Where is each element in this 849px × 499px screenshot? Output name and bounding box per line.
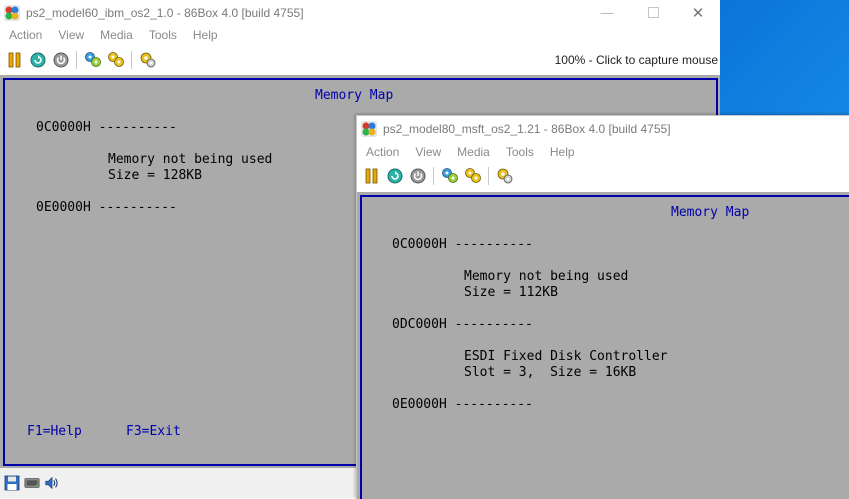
menu-action[interactable]: Action <box>0 28 50 42</box>
memory-size: Size = 112KB <box>464 285 558 300</box>
title-bar[interactable]: ps2_model60_ibm_os2_1.0 - 86Box 4.0 [bui… <box>0 0 720 25</box>
menu-media[interactable]: Media <box>92 28 141 42</box>
ctrl-alt-esc-button[interactable] <box>463 166 483 186</box>
memory-description: Memory not being used <box>464 269 629 284</box>
settings-button[interactable] <box>495 166 515 186</box>
close-icon: ✕ <box>691 4 705 22</box>
memory-description: Memory not being used <box>108 152 273 167</box>
screen-heading: Memory Map <box>315 88 394 103</box>
settings-button[interactable] <box>138 50 158 70</box>
pause-icon <box>365 168 378 184</box>
minimize-button[interactable]: — <box>584 0 630 25</box>
pause-button[interactable] <box>5 50 25 70</box>
toolbar-separator <box>131 51 132 69</box>
menu-bar: Action View Media Tools Help <box>357 142 849 162</box>
maximize-icon <box>647 7 659 18</box>
menu-help[interactable]: Help <box>542 145 583 159</box>
memory-address-line: 0E0000H ---------- <box>36 200 177 215</box>
settings-icon <box>140 52 156 68</box>
toolbar-separator <box>488 167 489 185</box>
pause-button[interactable] <box>362 166 382 186</box>
close-button[interactable]: ✕ <box>675 0 720 25</box>
menu-action[interactable]: Action <box>357 145 407 159</box>
toolbar-separator <box>433 167 434 185</box>
settings-icon <box>497 168 513 184</box>
power-icon <box>410 168 426 184</box>
menu-view[interactable]: View <box>50 28 92 42</box>
ctrl-alt-del-icon <box>442 168 458 183</box>
ctrl-alt-del-button[interactable] <box>440 166 460 186</box>
memory-size: Size = 128KB <box>108 168 202 183</box>
memory-address-line: 0DC000H ---------- <box>392 317 533 332</box>
maximize-button[interactable] <box>630 0 676 25</box>
emulator-window-model80[interactable]: ps2_model80_msft_os2_1.21 - 86Box 4.0 [b… <box>356 115 849 499</box>
memory-address-line: 0C0000H ---------- <box>36 120 177 135</box>
memory-address-line: 0E0000H ---------- <box>392 397 533 412</box>
toolbar: 100% - Click to capture mouse <box>0 47 720 73</box>
reset-button[interactable] <box>28 50 48 70</box>
ctrl-alt-del-button[interactable] <box>83 50 103 70</box>
toolbar-separator <box>76 51 77 69</box>
window-title: ps2_model80_msft_os2_1.21 - 86Box 4.0 [b… <box>383 121 671 136</box>
reset-icon <box>387 168 403 184</box>
window-title: ps2_model60_ibm_os2_1.0 - 86Box 4.0 [bui… <box>26 5 304 20</box>
device-description: ESDI Fixed Disk Controller <box>464 349 668 364</box>
reset-button[interactable] <box>385 166 405 186</box>
capture-mouse-hint[interactable]: 100% - Click to capture mouse <box>555 53 718 67</box>
ctrl-alt-esc-button[interactable] <box>106 50 126 70</box>
sound-status[interactable] <box>44 475 60 491</box>
menu-bar: Action View Media Tools Help <box>0 25 720 45</box>
hard-disk-status[interactable] <box>24 475 40 491</box>
86box-app-icon <box>361 120 377 137</box>
exit-key-hint: F3=Exit <box>126 424 181 439</box>
memory-address-line: 0C0000H ---------- <box>392 237 533 252</box>
floppy-drive-status[interactable] <box>4 475 20 491</box>
hard-disk-icon <box>24 478 40 488</box>
sound-icon <box>45 476 58 490</box>
ctrl-alt-esc-icon <box>465 168 481 183</box>
toolbar <box>357 163 849 189</box>
power-icon <box>53 52 69 68</box>
menu-media[interactable]: Media <box>449 145 498 159</box>
reset-icon <box>30 52 46 68</box>
screen-heading: Memory Map <box>671 205 750 220</box>
menu-tools[interactable]: Tools <box>141 28 185 42</box>
power-button[interactable] <box>51 50 71 70</box>
minimize-icon: — <box>600 5 614 20</box>
power-button[interactable] <box>408 166 428 186</box>
title-bar[interactable]: ps2_model80_msft_os2_1.21 - 86Box 4.0 [b… <box>357 116 849 141</box>
menu-help[interactable]: Help <box>185 28 226 42</box>
ctrl-alt-del-icon <box>85 52 101 67</box>
emulated-screen[interactable]: Memory Map 0C0000H ---------- Memory not… <box>357 192 849 499</box>
floppy-drive-icon <box>4 475 20 491</box>
ctrl-alt-esc-icon <box>108 52 124 67</box>
86box-app-icon <box>4 4 20 21</box>
menu-tools[interactable]: Tools <box>498 145 542 159</box>
pause-icon <box>8 52 21 68</box>
device-slot-size: Slot = 3, Size = 16KB <box>464 365 637 380</box>
help-key-hint: F1=Help <box>27 424 82 439</box>
menu-view[interactable]: View <box>407 145 449 159</box>
